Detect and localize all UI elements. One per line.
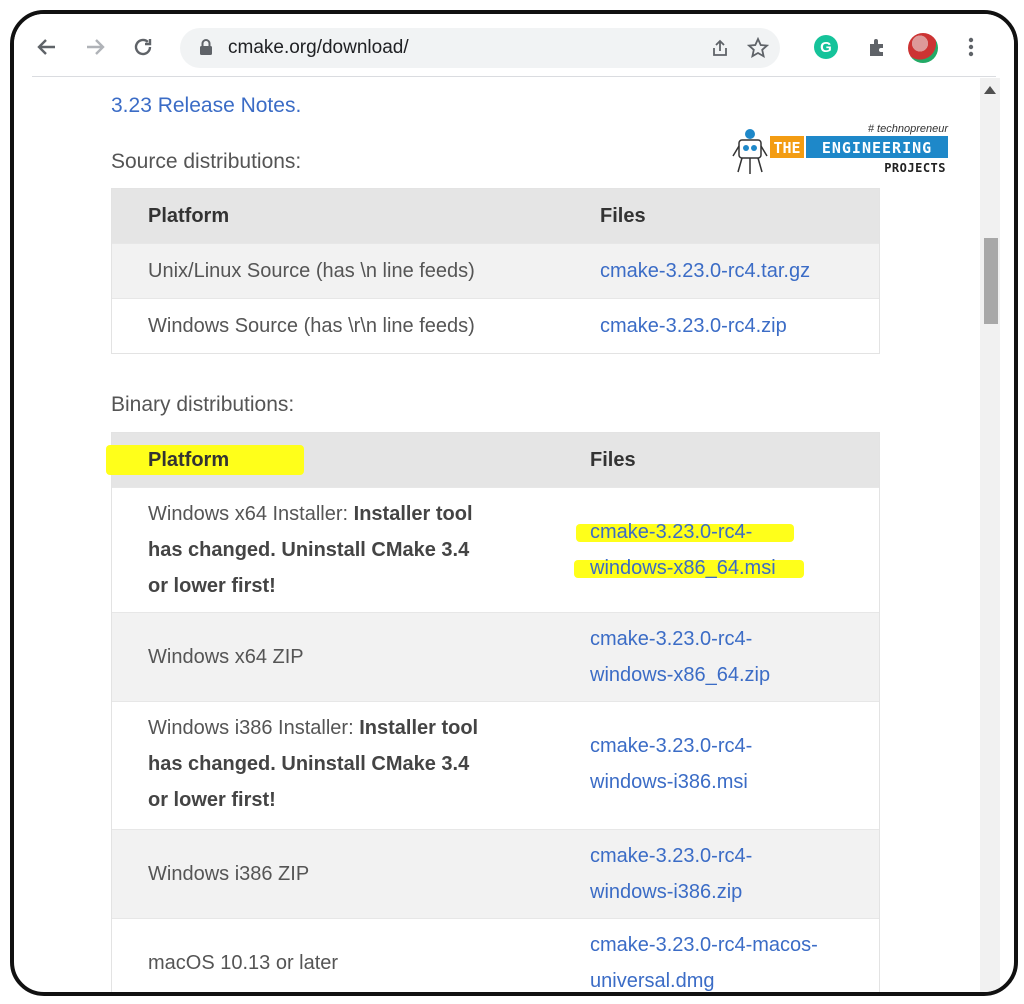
browser-toolbar: cmake.org/download/ G <box>14 14 1014 78</box>
page-content: 3.23 Release Notes. # technopreneur THE … <box>14 78 974 992</box>
menu-icon[interactable] <box>956 32 986 62</box>
back-arrow-icon[interactable] <box>32 32 62 62</box>
profile-avatar[interactable] <box>908 33 938 63</box>
address-bar[interactable]: cmake.org/download/ <box>180 28 780 68</box>
files-header: Files <box>590 449 636 471</box>
file-link[interactable]: cmake-3.23.0-rc4- windows-x86_64.zip <box>590 621 770 693</box>
file-link[interactable]: cmake-3.23.0-rc4.zip <box>600 308 787 344</box>
forward-arrow-icon[interactable] <box>80 32 110 62</box>
table-row: Windows x64 ZIP cmake-3.23.0-rc4- window… <box>112 612 879 701</box>
platform-cell: Windows x64 ZIP <box>148 646 304 668</box>
platform-cell: Windows i386 ZIP <box>148 863 310 885</box>
table-header-row: Platform Files <box>112 189 879 243</box>
logo-tagline: # technopreneur <box>868 123 949 135</box>
table-row: Windows Source (has \r\n line feeds) cma… <box>112 298 879 353</box>
file-link[interactable]: cmake-3.23.0-rc4-macos- universal.dmg <box>590 927 818 992</box>
platform-cell: Windows Source (has \r\n line feeds) <box>148 315 475 337</box>
table-header-row: Platform Files <box>106 433 879 487</box>
logo-word-engineering: ENGINEERING <box>822 139 932 157</box>
source-distributions-label: Source distributions: <box>111 150 302 173</box>
reload-icon[interactable] <box>128 32 158 62</box>
platform-cell: macOS 10.13 or later <box>148 952 339 974</box>
grammarly-icon[interactable]: G <box>814 35 838 59</box>
lock-icon <box>200 39 212 55</box>
platform-cell: Unix/Linux Source (has \n line feeds) <box>148 260 475 282</box>
table-row: Windows i386 ZIP cmake-3.23.0-rc4- windo… <box>112 829 879 918</box>
toolbar-divider <box>32 76 996 77</box>
vertical-scrollbar[interactable] <box>980 78 1000 992</box>
binary-distributions-label: Binary distributions: <box>111 393 295 416</box>
platform-header: Platform <box>148 205 230 227</box>
table-row: Unix/Linux Source (has \n line feeds) cm… <box>112 243 879 298</box>
table-row: macOS 10.13 or later cmake-3.23.0-rc4-ma… <box>112 918 879 992</box>
table-row: Windows x64 Installer: Installer tool ha… <box>112 487 879 612</box>
file-link[interactable]: cmake-3.23.0-rc4- windows-i386.msi <box>590 728 752 800</box>
platform-header: Platform <box>148 449 230 471</box>
file-link[interactable]: cmake-3.23.0-rc4- windows-x86_64.msi <box>590 514 776 586</box>
robot-icon <box>732 129 768 174</box>
file-link[interactable]: cmake-3.23.0-rc4- windows-i386.zip <box>590 838 752 910</box>
url-text[interactable]: cmake.org/download/ <box>228 37 409 59</box>
screenshot-frame: cmake.org/download/ G 3.23 Release Notes… <box>10 10 1018 996</box>
binary-table: Platform Files Windows x64 Installer: In… <box>106 432 880 992</box>
source-table: Platform Files Unix/Linux Source (has \n… <box>111 188 880 354</box>
share-icon[interactable] <box>708 36 732 60</box>
table-row: Windows i386 Installer: Installer tool h… <box>112 701 879 829</box>
files-header: Files <box>600 205 646 227</box>
file-link[interactable]: cmake-3.23.0-rc4.tar.gz <box>600 253 810 289</box>
star-icon[interactable] <box>746 36 770 60</box>
extensions-icon[interactable] <box>862 32 892 62</box>
logo-word-the: THE <box>773 139 800 157</box>
scrollbar-thumb[interactable] <box>984 238 998 324</box>
scroll-up-arrow-icon[interactable] <box>984 86 996 94</box>
engineering-projects-logo: # technopreneur THE ENGINEERING PROJECTS <box>730 120 950 182</box>
platform-cell: Windows i386 Installer: Installer tool h… <box>148 717 479 811</box>
platform-cell: Windows x64 Installer: Installer tool ha… <box>148 503 473 597</box>
logo-word-projects: PROJECTS <box>884 161 946 175</box>
release-notes-link[interactable]: 3.23 Release Notes. <box>111 94 301 118</box>
